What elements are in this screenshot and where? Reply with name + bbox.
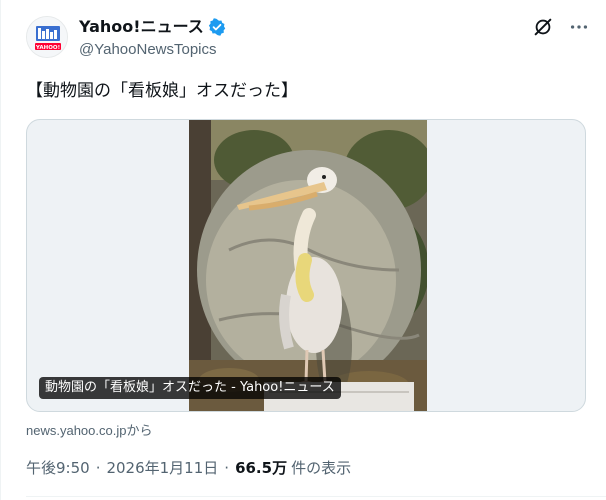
post-text: 【動物園の「看板娘」オスだった】: [26, 81, 298, 101]
card-caption[interactable]: 動物園の「看板娘」オスだった - Yahoo!ニュース: [39, 377, 341, 399]
post-header: YAHOO! Yahoo!ニュース @YahooNewsTopics: [26, 16, 590, 66]
post-date[interactable]: 2026年1月11日: [106, 457, 218, 478]
meta-dot-1: ·: [95, 458, 101, 477]
post-meta: 午後9:50 · 2026年1月11日 · 66.5万 件の表示: [26, 457, 351, 478]
post-time[interactable]: 午後9:50: [26, 457, 90, 478]
display-name[interactable]: Yahoo!ニュース: [79, 17, 204, 37]
avatar-logo-text: YAHOO!: [35, 45, 60, 51]
pelican-image: [189, 120, 427, 411]
view-count: 66.5万: [235, 459, 288, 477]
display-name-row[interactable]: Yahoo!ニュース: [79, 17, 226, 37]
author-names: Yahoo!ニュース @YahooNewsTopics: [79, 17, 226, 60]
card-source[interactable]: news.yahoo.co.jpから: [26, 420, 152, 439]
yahoo-news-logo-icon: YAHOO!: [27, 17, 67, 57]
divider: [26, 496, 606, 497]
grok-icon[interactable]: [532, 16, 554, 38]
verified-badge-icon[interactable]: [208, 18, 226, 36]
more-icon[interactable]: [568, 16, 590, 38]
link-card[interactable]: 動物園の「看板娘」オスだった - Yahoo!ニュース: [26, 119, 586, 412]
pelican-photo[interactable]: [189, 120, 427, 411]
view-label: 件の表示: [291, 459, 352, 477]
meta-dot-2: ·: [224, 458, 230, 477]
left-border: [0, 0, 1, 500]
handle[interactable]: @YahooNewsTopics: [79, 40, 226, 60]
header-actions: [532, 16, 590, 38]
avatar[interactable]: YAHOO!: [26, 16, 68, 58]
